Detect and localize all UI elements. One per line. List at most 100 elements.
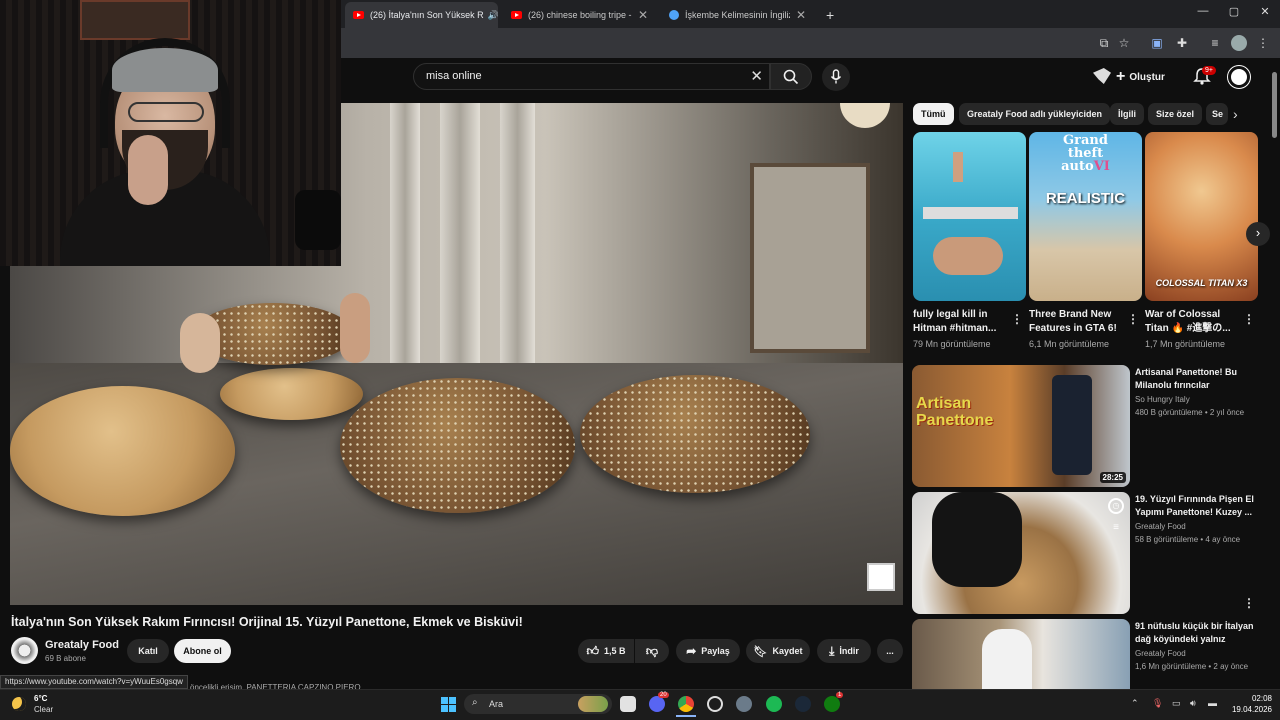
download-button[interactable]: ⤓ İndir (817, 639, 871, 663)
streamer-cap (112, 48, 218, 92)
youtube-favicon-icon (511, 11, 522, 19)
video-thumbnail[interactable] (912, 619, 1130, 689)
chip-for-you[interactable]: Size özel (1148, 103, 1203, 125)
show-hidden-icons-icon[interactable]: ⌃ (1131, 698, 1139, 709)
like-count: 1,5 B (604, 646, 626, 656)
rec-title[interactable]: Artisanal Panettone! Bu Milanolu fırıncı… (1135, 366, 1260, 392)
thumbnail-overlay-text: Artisan Panettone (916, 395, 994, 429)
search-icon: ⌕ (472, 697, 478, 708)
steam-icon[interactable] (795, 696, 811, 712)
windows-taskbar (0, 689, 1280, 720)
windows-start-icon[interactable] (441, 697, 456, 712)
close-tab-icon[interactable]: ✕ (632, 8, 648, 22)
voice-search-button[interactable] (822, 63, 850, 91)
chrome-icon[interactable] (678, 696, 694, 712)
account-avatar[interactable] (1228, 66, 1250, 88)
file-explorer-icon[interactable] (620, 696, 636, 712)
tab-iskembe[interactable]: İşkembe Kelimesinin İngilizce K ✕ (661, 2, 814, 28)
plus-icon: + (1116, 68, 1126, 85)
qr-code-icon[interactable] (867, 563, 895, 591)
channel-avatar[interactable] (11, 637, 38, 664)
close-window-button[interactable]: ✕ (1250, 5, 1280, 18)
next-shorts-button[interactable]: › (1246, 222, 1270, 246)
short-thumbnail[interactable]: COLOSSAL TITAN X3 (1145, 132, 1258, 301)
extensions-icon[interactable]: ✚ (1174, 35, 1190, 51)
volume-icon[interactable]: 🔊︎ (1190, 698, 1196, 709)
tab-label: İşkembe Kelimesinin İngilizce K (685, 10, 790, 20)
more-vert-icon[interactable]: ⋮ (1243, 312, 1255, 326)
chip-related[interactable]: İlgili (1110, 103, 1144, 125)
search-button[interactable] (770, 63, 812, 90)
channel-name[interactable]: Greataly Food (45, 639, 119, 651)
save-button[interactable]: 🔖︎ Kaydet (746, 639, 810, 663)
create-label: Oluştur (1129, 71, 1165, 83)
video-thumbnail[interactable]: ◷ ≡ (912, 492, 1130, 614)
chip-uploader[interactable]: Greataly Food adlı yükleyiciden (959, 103, 1111, 125)
chevron-right-icon[interactable]: › (1233, 106, 1238, 122)
translate-icon[interactable]: ▣ (1149, 35, 1165, 51)
more-vert-icon[interactable]: ⋮ (1011, 312, 1023, 326)
weather-temperature[interactable]: 6°C (34, 694, 47, 703)
short-title[interactable]: fully legal kill in Hitman #hitman... (913, 308, 1011, 336)
media-control-icon[interactable]: ≡ (1207, 35, 1223, 51)
short-thumbnail[interactable] (913, 132, 1026, 301)
chip-all[interactable]: Tümü (913, 103, 954, 125)
like-button[interactable]: 👍︎ 1,5 B (578, 639, 634, 663)
battery-icon[interactable]: ▬ (1208, 698, 1217, 708)
taskbar-time[interactable]: 02:08 (1240, 694, 1272, 703)
clock-app-icon[interactable] (707, 696, 723, 712)
new-tab-button[interactable]: + (818, 2, 842, 28)
site-favicon-icon (669, 10, 679, 20)
streamer-hand (128, 135, 168, 205)
discord-icon[interactable] (649, 696, 665, 712)
scrollbar-thumb[interactable] (1272, 72, 1277, 138)
settings-gear-icon[interactable] (736, 696, 752, 712)
restore-button[interactable]: ▢ (1219, 5, 1249, 18)
cast-icon[interactable]: ⧉ (1096, 35, 1112, 51)
rec-title[interactable]: 91 nüfuslu küçük bir İtalyan dağ köyünde… (1135, 620, 1260, 646)
watch-later-icon[interactable]: ◷ (1108, 498, 1124, 514)
search-box[interactable]: misa online ✕ (413, 63, 770, 90)
tab-chinese-tripe[interactable]: (26) chinese boiling tripe - YouT ✕ (503, 2, 656, 28)
join-button[interactable]: Katıl (127, 639, 169, 663)
xbox-icon[interactable] (824, 696, 840, 712)
more-vert-icon[interactable]: ⋮ (1127, 312, 1139, 326)
dislike-button[interactable]: 👎︎ (635, 639, 669, 663)
subscriber-count: 69 B abone (45, 654, 86, 663)
search-input[interactable]: misa online (426, 70, 482, 82)
streamer-microphone (295, 190, 341, 250)
close-tab-icon[interactable]: ✕ (790, 8, 806, 22)
more-vert-icon[interactable]: ⋮ (1243, 596, 1255, 610)
taskbar-date[interactable]: 19.04.2026 (1224, 705, 1272, 714)
spotify-icon[interactable] (766, 696, 782, 712)
short-title[interactable]: War of Colossal Titan 🔥 #進撃の... (1145, 308, 1243, 336)
short-title[interactable]: Three Brand New Features in GTA 6! (1029, 308, 1127, 336)
create-button[interactable]: + Oluştur (1116, 65, 1165, 89)
network-icon[interactable]: ▭ (1172, 698, 1181, 709)
rec-channel[interactable]: Greataly Food (1135, 649, 1186, 658)
scrollbar[interactable] (1270, 70, 1278, 690)
share-button[interactable]: ➦ Paylaş (676, 639, 740, 663)
browser-menu-icon[interactable]: ⋮ (1255, 35, 1271, 51)
moon-weather-icon[interactable] (12, 697, 26, 711)
tab-label: (26) İtalya'nın Son Yüksek R (370, 10, 484, 20)
subscribe-button[interactable]: Abone ol (174, 639, 231, 663)
add-to-queue-icon[interactable]: ≡ (1108, 522, 1124, 536)
rec-channel[interactable]: Greataly Food (1135, 522, 1186, 531)
microphone-tray-icon[interactable]: 🎙︎ (1152, 698, 1163, 709)
chip-more[interactable]: Se (1206, 103, 1228, 125)
share-icon: ➦ (686, 644, 697, 658)
search-highlight-icon[interactable] (578, 696, 608, 712)
weather-description[interactable]: Clear (34, 705, 53, 714)
profile-avatar-icon[interactable] (1231, 35, 1247, 51)
minimize-button[interactable]: — (1188, 5, 1218, 17)
status-url: https://www.youtube.com/watch?v=yWuuEs0g… (0, 675, 188, 689)
tab-italya[interactable]: (26) İtalya'nın Son Yüksek R 🔊 ✕ (345, 2, 498, 28)
bookmark-star-icon[interactable]: ☆ (1116, 35, 1132, 51)
short-thumbnail[interactable]: Grand theft autoVI REALISTIC (1029, 132, 1142, 301)
rec-channel[interactable]: So Hungry Italy (1135, 395, 1190, 404)
clear-search-icon[interactable]: ✕ (750, 67, 763, 85)
more-actions-button[interactable]: ... (877, 639, 903, 663)
rec-title[interactable]: 19. Yüzyıl Fırınında Pişen El Yapımı Pan… (1135, 493, 1260, 519)
video-thumbnail[interactable]: Artisan Panettone 28:25 (912, 365, 1130, 487)
